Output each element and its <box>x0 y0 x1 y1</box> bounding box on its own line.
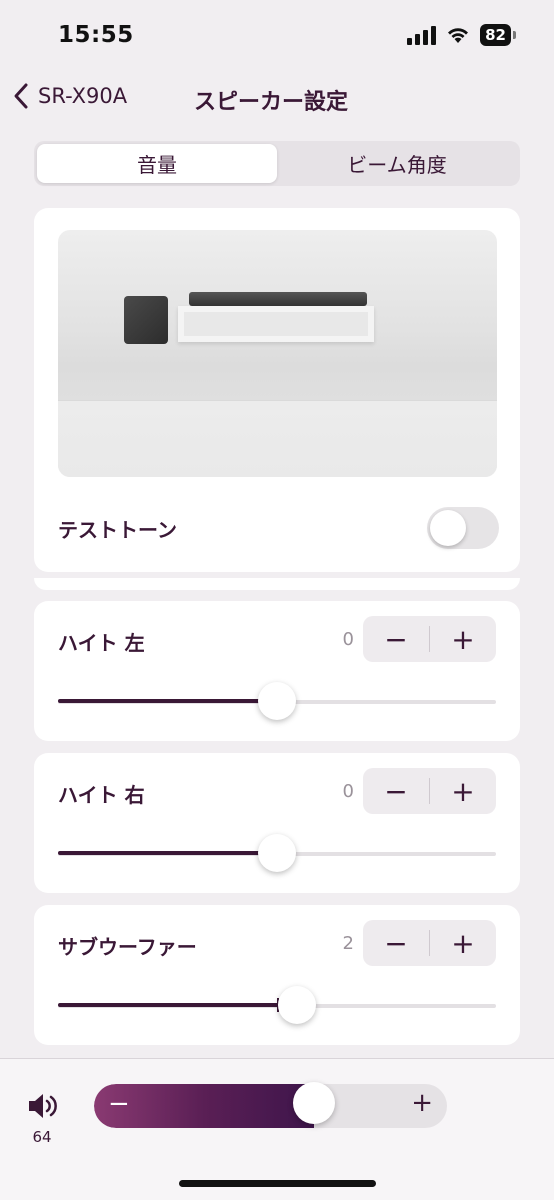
level-value: 0 <box>342 629 354 650</box>
slider-fill <box>58 699 277 703</box>
level-value: 2 <box>342 933 354 954</box>
level-title: サブウーファー <box>58 935 197 959</box>
status-icons: 82 <box>407 24 516 46</box>
volume-bar: 64 − + <box>0 1058 554 1200</box>
level-slider[interactable] <box>58 834 496 872</box>
level-stepper: − + <box>363 616 496 662</box>
level-stepper: − + <box>363 768 496 814</box>
level-stepper: − + <box>363 920 496 966</box>
page-title: スピーカー設定 <box>194 90 349 115</box>
speaker-preview-card: テストトーン <box>34 208 520 572</box>
slider-fill <box>58 1003 297 1007</box>
decrement-button[interactable]: − <box>363 768 429 814</box>
volume-thumb[interactable] <box>293 1082 335 1124</box>
slider-thumb[interactable] <box>258 682 296 720</box>
master-volume-slider[interactable]: − + <box>94 1084 447 1128</box>
nav-bar: SR-X90A スピーカー設定 <box>0 76 554 126</box>
battery-level: 82 <box>480 24 511 46</box>
tv-rack-illustration <box>178 306 374 342</box>
level-title: ハイト 左 <box>58 631 145 655</box>
test-tone-label: テストトーン <box>58 517 177 542</box>
speaker-volume-icon <box>29 1094 57 1118</box>
test-tone-toggle[interactable] <box>427 507 499 549</box>
card-edge <box>34 578 520 590</box>
back-label: SR-X90A <box>38 84 128 108</box>
level-slider[interactable] <box>58 986 496 1024</box>
wifi-icon <box>448 28 469 43</box>
soundbar-illustration <box>189 292 367 306</box>
chevron-left-icon <box>14 83 28 109</box>
cellular-signal-icon <box>407 25 437 45</box>
back-button[interactable]: SR-X90A <box>12 82 127 110</box>
level-card-subwoofer: サブウーファー 2 − + <box>34 905 520 1045</box>
status-time: 15:55 <box>58 22 134 48</box>
increment-button[interactable]: + <box>430 768 496 814</box>
subwoofer-illustration <box>124 296 168 344</box>
increment-button[interactable]: + <box>430 920 496 966</box>
volume-down-button[interactable]: − <box>108 1089 130 1119</box>
toggle-knob <box>430 510 466 546</box>
room-preview-image <box>58 230 497 477</box>
level-slider[interactable] <box>58 682 496 720</box>
status-bar: 15:55 82 <box>0 0 554 76</box>
decrement-button[interactable]: − <box>363 920 429 966</box>
volume-up-button[interactable]: + <box>411 1088 433 1118</box>
battery-icon: 82 <box>480 24 516 46</box>
decrement-button[interactable]: − <box>363 616 429 662</box>
increment-button[interactable]: + <box>430 616 496 662</box>
slider-thumb[interactable] <box>278 986 316 1024</box>
tab-beam-angle[interactable]: ビーム角度 <box>277 144 517 183</box>
level-value: 0 <box>342 781 354 802</box>
test-tone-row: テストトーン <box>58 507 499 549</box>
slider-fill <box>58 851 277 855</box>
level-title: ハイト 右 <box>58 783 145 807</box>
level-card-height-right: ハイト 右 0 − + <box>34 753 520 893</box>
tab-volume[interactable]: 音量 <box>37 144 277 183</box>
home-indicator <box>179 1180 376 1187</box>
tab-bar: 音量 ビーム角度 <box>34 141 520 186</box>
slider-thumb[interactable] <box>258 834 296 872</box>
level-card-height-left: ハイト 左 0 − + <box>34 601 520 741</box>
volume-value: 64 <box>32 1128 52 1146</box>
